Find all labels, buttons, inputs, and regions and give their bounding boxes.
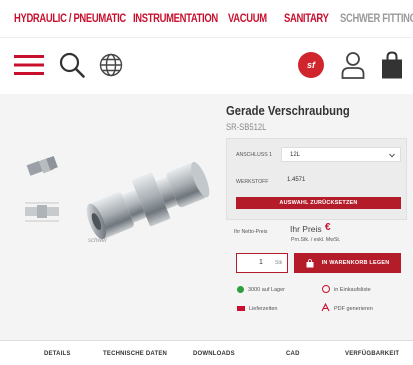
product-title: Gerade Verschraubung <box>226 104 350 118</box>
price-note: Prn.Stk. / exkl. MwSt. <box>291 237 341 243</box>
quantity-stepper[interactable]: 1 Stk <box>236 253 288 273</box>
category-link-hydraulic[interactable]: HYDRAULIC / PNEUMATIC <box>14 13 126 25</box>
brand-watermark: schwer <box>88 238 108 244</box>
product-thumbnail-2[interactable] <box>22 193 62 229</box>
currency-symbol: € <box>325 222 331 233</box>
category-link-sanitary[interactable]: SANITARY <box>284 13 329 25</box>
product-thumbnail-1[interactable] <box>22 150 62 186</box>
tab-availability[interactable]: VERFÜGBARKEIT <box>345 351 399 357</box>
brand-badge[interactable]: sf <box>298 52 324 78</box>
tab-technical-data[interactable]: TECHNISCHE DATEN <box>103 351 167 357</box>
quantity-value: 1 <box>259 259 263 266</box>
connection-label: ANSCHLUSS 1 <box>236 152 273 158</box>
material-value: 1.4571 <box>287 177 306 183</box>
hamburger-menu-icon[interactable] <box>14 52 44 78</box>
product-main-image[interactable] <box>82 142 212 250</box>
connection-select[interactable]: 12L <box>281 147 401 162</box>
delivery-times-link[interactable]: Lieferzeiten <box>249 306 277 312</box>
tab-details[interactable]: DETAILS <box>44 351 71 357</box>
category-link-vacuum[interactable]: VACUUM <box>228 13 267 25</box>
category-link-instrumentation[interactable]: INSTRUMENTATION <box>133 13 218 25</box>
category-nav: HYDRAULIC / PNEUMATIC INSTRUMENTATION VA… <box>0 0 413 38</box>
search-icon[interactable] <box>58 51 86 79</box>
generate-pdf-link[interactable]: PDF generieren <box>334 306 373 312</box>
tab-downloads[interactable]: DOWNLOADS <box>193 351 235 357</box>
product-sku: SR-SB512L <box>226 122 267 132</box>
cart-bag-icon <box>306 258 314 267</box>
chevron-down-icon <box>389 153 395 158</box>
pdf-icon <box>321 303 330 312</box>
add-to-shopping-list-link[interactable]: in Einkaufsliste <box>334 287 371 293</box>
add-to-cart-button[interactable]: IN WARENKORB LEGEN <box>294 253 401 273</box>
product-tabs: DETAILS TECHNISCHE DATEN DOWNLOADS CAD V… <box>0 340 413 365</box>
net-price-label: Ihr Netto-Preis <box>234 229 268 235</box>
globe-icon[interactable] <box>98 52 124 78</box>
header: sf <box>0 38 413 94</box>
shopping-list-icon <box>322 285 330 293</box>
price-text: Ihr Preis <box>290 224 322 234</box>
shopping-bag-icon[interactable] <box>380 51 404 79</box>
tab-cad[interactable]: CAD <box>286 351 300 357</box>
material-label: WERKSTOFF <box>236 179 269 185</box>
truck-icon <box>237 306 245 311</box>
connection-value: 12L <box>290 152 301 158</box>
stock-status-icon <box>237 286 244 293</box>
category-link-schwer-fittings[interactable]: SCHWER FITTINGS <box>340 13 413 25</box>
quantity-unit: Stk <box>275 260 283 266</box>
add-to-cart-label: IN WARENKORB LEGEN <box>321 260 390 266</box>
user-icon[interactable] <box>340 51 366 79</box>
reset-selection-button[interactable]: AUSWAHL ZURÜCKSETZEN <box>236 197 401 209</box>
stock-status-text: 3000 auf Lager <box>248 287 286 293</box>
